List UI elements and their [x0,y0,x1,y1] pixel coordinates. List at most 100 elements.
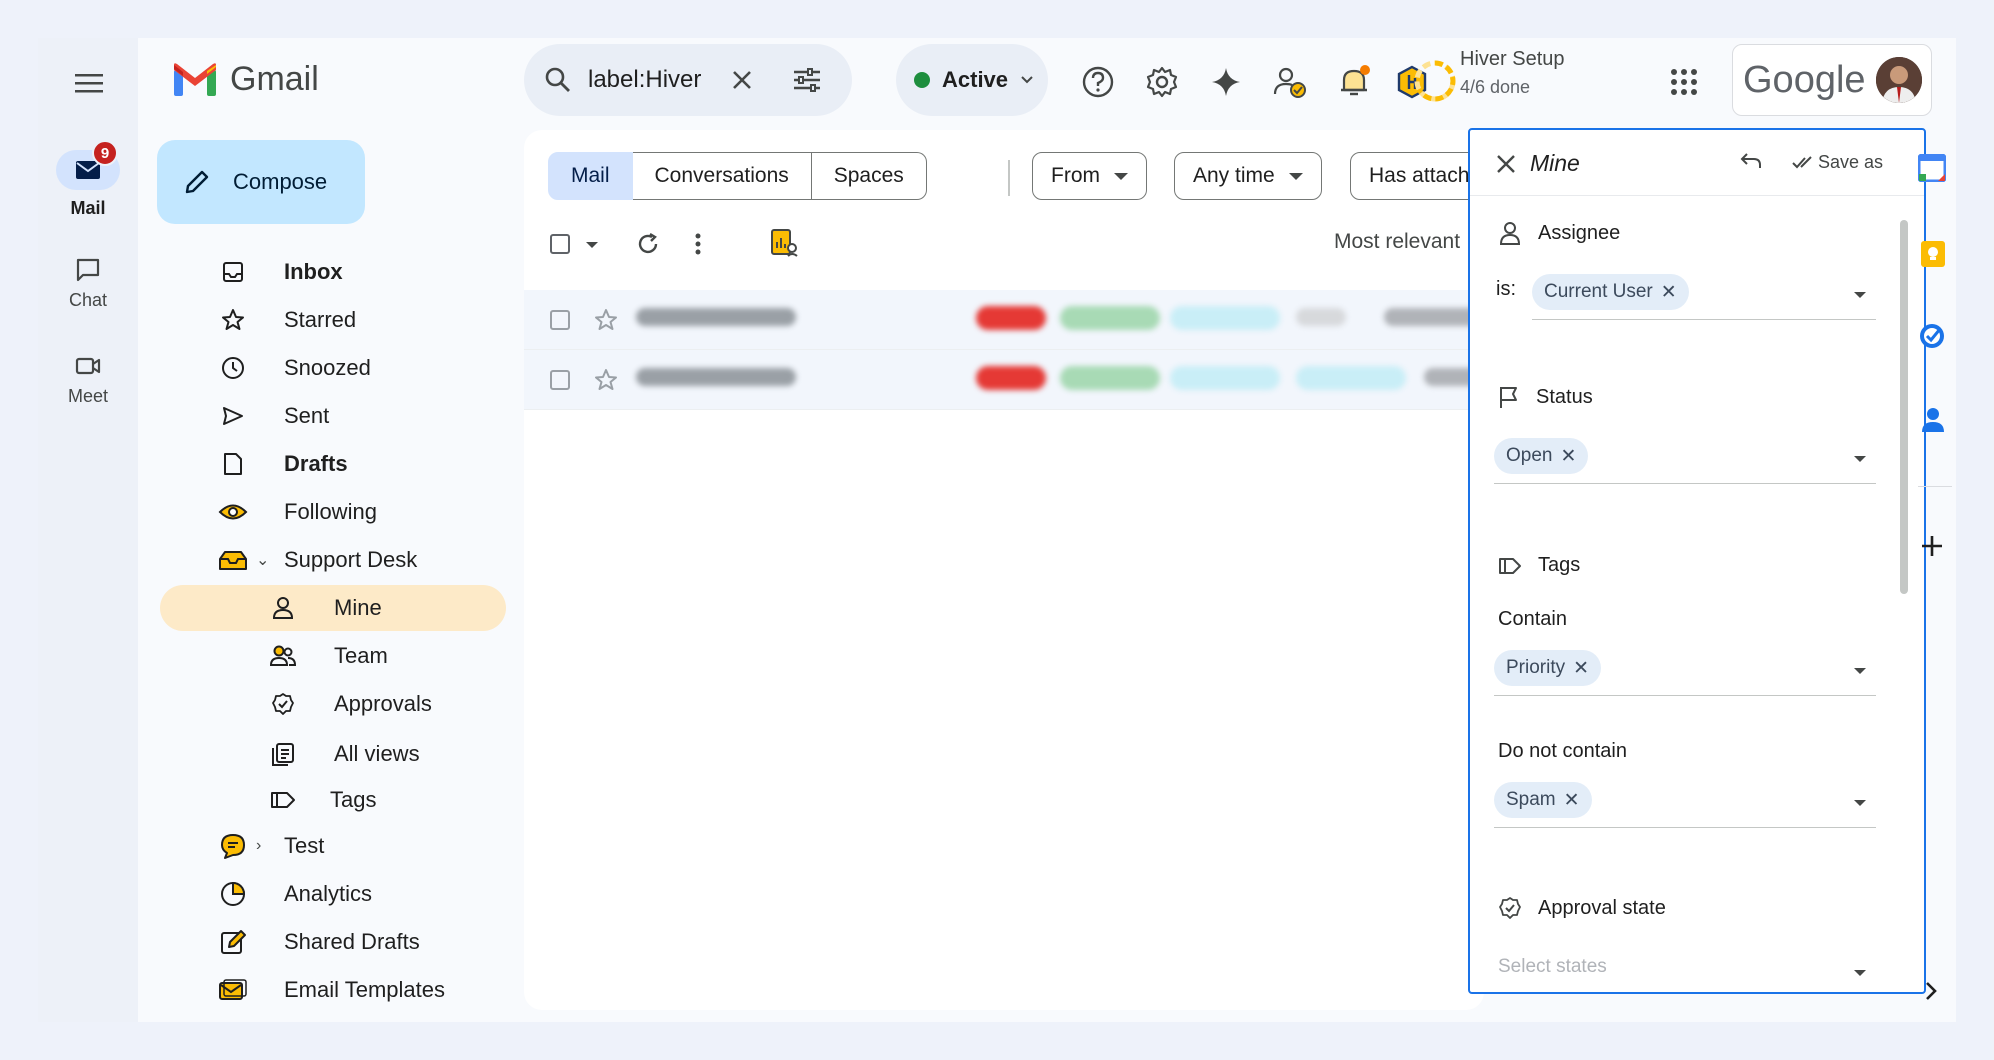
assignment-button[interactable] [1270,62,1310,102]
template-icon [219,979,247,1000]
tags-not-contain-field[interactable]: Spam ✕ [1494,778,1876,828]
status-dot [914,72,930,88]
apps-button[interactable] [1664,62,1704,102]
remove-chip-icon[interactable]: ✕ [1564,789,1580,812]
status-field[interactable]: Open ✕ [1494,434,1876,484]
filter-any-time[interactable]: Any time [1174,152,1322,200]
filter-any-time-label: Any time [1193,164,1275,187]
nav-item-support-desk[interactable]: ⌄ Support Desk [138,538,558,582]
select-menu-caret-icon[interactable] [586,242,598,248]
nav-item-approvals[interactable]: Approvals 1 [138,682,582,726]
remove-chip-icon[interactable]: ✕ [1560,445,1576,468]
nav-item-drafts[interactable]: Drafts 3 [138,442,582,486]
nav-label: Snoozed [284,355,371,380]
table-row[interactable] [524,350,1484,410]
calendar-icon[interactable] [1918,154,1946,182]
star-icon [222,309,244,330]
nav-item-snoozed[interactable]: Snoozed [138,346,558,390]
nav-item-shared-drafts[interactable]: Shared Drafts [138,920,558,964]
chevron-right-icon[interactable]: › [256,837,261,855]
chevron-down-icon[interactable]: ⌄ [256,550,269,570]
status-selector[interactable]: Active [896,44,1048,116]
nav-item-tags[interactable]: Tags [138,778,558,822]
main-menu-button[interactable] [72,66,106,100]
sender-redacted [636,308,796,326]
dropdown-arrow-icon[interactable] [1854,668,1866,674]
table-row[interactable] [524,290,1484,350]
notifications-button[interactable] [1334,62,1374,102]
tag-redacted [1296,366,1406,390]
dropdown-arrow-icon[interactable] [1854,800,1866,806]
rail-mail-button[interactable]: 9 Mail [38,140,138,219]
panel-scrollbar[interactable] [1900,220,1908,594]
gemini-button[interactable] [1206,62,1246,102]
setup-progress[interactable]: Hiver Setup 4/6 done [1460,48,1565,98]
search-icon[interactable] [544,66,572,94]
help-button[interactable] [1078,62,1118,102]
contacts-icon[interactable] [1922,406,1944,434]
nav-item-email-templates[interactable]: Email Templates [138,968,558,1012]
remove-chip-icon[interactable]: ✕ [1661,281,1677,304]
dropdown-arrow-icon[interactable] [1854,292,1866,298]
nav-item-starred[interactable]: Starred [138,298,558,342]
tasks-icon[interactable] [1918,322,1946,350]
nav-item-test[interactable]: › Test [138,824,558,868]
star-icon[interactable] [594,308,618,332]
nav-item-team[interactable]: Team 4 [138,634,582,678]
add-addon-icon[interactable] [1920,534,1944,558]
person-check-icon [1273,67,1306,98]
compose-button[interactable]: Compose [157,140,365,224]
clear-search-icon[interactable] [730,68,754,92]
avatar[interactable] [1875,57,1922,103]
search-bar[interactable]: label:Hiver [524,44,852,116]
google-wordmark: Google [1743,58,1866,101]
approval-placeholder: Select states [1498,956,1607,977]
nav-item-inbox[interactable]: Inbox 9 [138,250,582,294]
tab-conversations[interactable]: Conversations [632,152,812,200]
hiver-report-icon[interactable] [770,228,798,258]
filter-has-attachment[interactable]: Has attachment [1350,152,1484,200]
dropdown-arrow-icon[interactable] [1854,970,1866,976]
star-icon[interactable] [594,368,618,392]
undo-icon[interactable] [1740,152,1762,172]
row-checkbox[interactable] [550,370,570,390]
tab-spaces[interactable]: Spaces [811,152,927,200]
more-vert-icon[interactable] [694,232,702,256]
setup-progress-ring[interactable] [1410,56,1460,106]
tags-contain-field[interactable]: Priority ✕ [1494,646,1876,696]
sender-redacted [636,368,796,386]
select-all-checkbox[interactable] [550,234,570,254]
keep-icon[interactable] [1920,240,1946,268]
rail-meet-button[interactable]: Meet [38,352,138,407]
tab-mail[interactable]: Mail [548,152,633,200]
nav-item-all-views[interactable]: All views [138,732,558,776]
nav-item-following[interactable]: Following [138,490,558,534]
caret-down-icon [1288,172,1303,180]
sparkle-icon [1212,68,1240,96]
account-switcher[interactable]: Google [1732,44,1932,116]
search-input[interactable]: label:Hiver [588,66,708,94]
person-icon [272,597,294,619]
remove-chip-icon[interactable]: ✕ [1573,657,1589,680]
nav-label: Following [284,499,377,524]
assignee-field[interactable]: Current User ✕ [1532,270,1876,320]
nav-item-sent[interactable]: Sent [138,394,558,438]
refresh-icon[interactable] [636,232,660,256]
spam-chip-label: Spam [1506,789,1556,810]
save-as-button[interactable]: Save as [1818,152,1883,173]
row-checkbox[interactable] [550,310,570,330]
close-icon[interactable] [1496,154,1516,174]
rail-chat-button[interactable]: Chat [38,256,138,311]
sort-relevance[interactable]: Most relevant [1334,230,1460,254]
settings-button[interactable] [1142,62,1182,102]
nav-item-mine[interactable]: Mine 3 [138,586,582,630]
filter-from[interactable]: From [1032,152,1147,200]
approval-state-select[interactable]: Select states [1494,948,1876,992]
setup-progress-text: 4/6 done [1460,77,1531,97]
dropdown-arrow-icon[interactable] [1854,456,1866,462]
tag-redacted [1296,308,1346,326]
nav-item-analytics[interactable]: Analytics [138,872,558,916]
search-options-icon[interactable] [792,67,822,93]
chevron-right-icon[interactable] [1924,980,1938,1002]
gmail-logo[interactable]: Gmail [172,60,319,99]
